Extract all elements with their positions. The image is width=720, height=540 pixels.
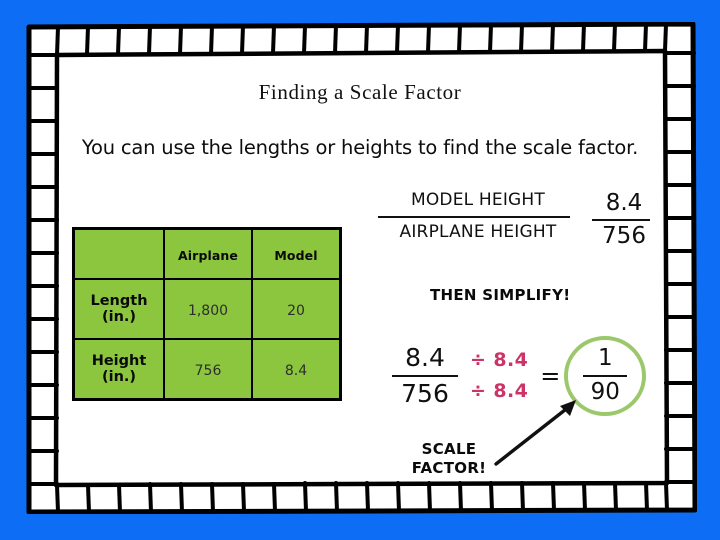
table-cell-height-model: 8.4 [251,338,342,401]
original-fraction-denominator: 756 [401,379,449,408]
scale-factor-annotation: SCALE FACTOR! [394,440,504,478]
equals-sign: = [540,362,561,390]
original-fraction: 8.4 756 [392,343,458,409]
original-fraction-numerator: 8.4 [405,343,445,372]
table-cell-height-model-value: 8.4 [284,362,308,379]
answer-fraction-denominator: 90 [590,379,620,405]
slide-content: Finding a Scale Factor You can use the l… [0,0,720,540]
table-cell-length-model: 20 [251,278,342,340]
simplify-callout: THEN SIMPLIFY! [430,286,571,304]
answer-fraction-numerator: 1 [597,345,613,372]
table-row: Height (in.) 756 8.4 [72,338,342,401]
word-ratio-denominator: AIRPLANE HEIGHT [399,222,557,243]
table-header-airplane: Airplane [163,227,253,280]
word-ratio-fraction-bar [378,216,570,219]
table-rowheader-height: Height (in.) [72,338,165,401]
numeric-ratio-expression: 8.4 756 [592,190,656,250]
table-header-airplane-label: Airplane [178,247,238,263]
scale-factor-line2: FACTOR! [411,458,487,477]
table-rowheader-length-line1: Length [90,292,148,309]
slide-canvas: Finding a Scale Factor You can use the l… [0,0,720,540]
numeric-ratio-denominator: 756 [602,223,646,250]
page-title: Finding a Scale Factor [258,80,462,104]
measurements-table: Airplane Model Length (in.) 1,800 20 Hei… [72,227,342,401]
table-header-model: Model [251,227,342,280]
word-ratio-expression: MODEL HEIGHT AIRPLANE HEIGHT [378,190,578,244]
table-header-row: Airplane Model [72,227,342,280]
table-cell-length-airplane: 1,800 [163,278,253,340]
table-rowheader-length-line2: (in.) [101,309,137,325]
word-ratio-numerator: MODEL HEIGHT [410,190,546,210]
table-cell-height-airplane: 756 [163,338,253,401]
scale-factor-line1: SCALE [421,440,477,458]
table-corner-cell [72,227,165,280]
table-rowheader-height-line1: Height [91,352,147,369]
table-rowheader-length: Length (in.) [72,278,165,340]
original-fraction-bar [392,375,458,377]
numeric-ratio-fraction-bar [592,219,650,222]
answer-fraction-bar [583,375,628,377]
intro-sentence: You can use the lengths or heights to fi… [81,136,639,159]
divisor-top: ÷ 8.4 [470,349,529,372]
table-cell-length-model-value: 20 [287,302,305,319]
table-header-model-label: Model [274,247,318,263]
table-row: Length (in.) 1,800 20 [72,278,342,340]
table-cell-length-airplane-value: 1,800 [187,302,229,319]
numeric-ratio-numerator: 8.4 [605,190,643,216]
table-rowheader-height-line2: (in.) [101,369,137,385]
answer-fraction: 1 90 [583,345,628,406]
table-cell-height-airplane-value: 756 [194,362,222,379]
